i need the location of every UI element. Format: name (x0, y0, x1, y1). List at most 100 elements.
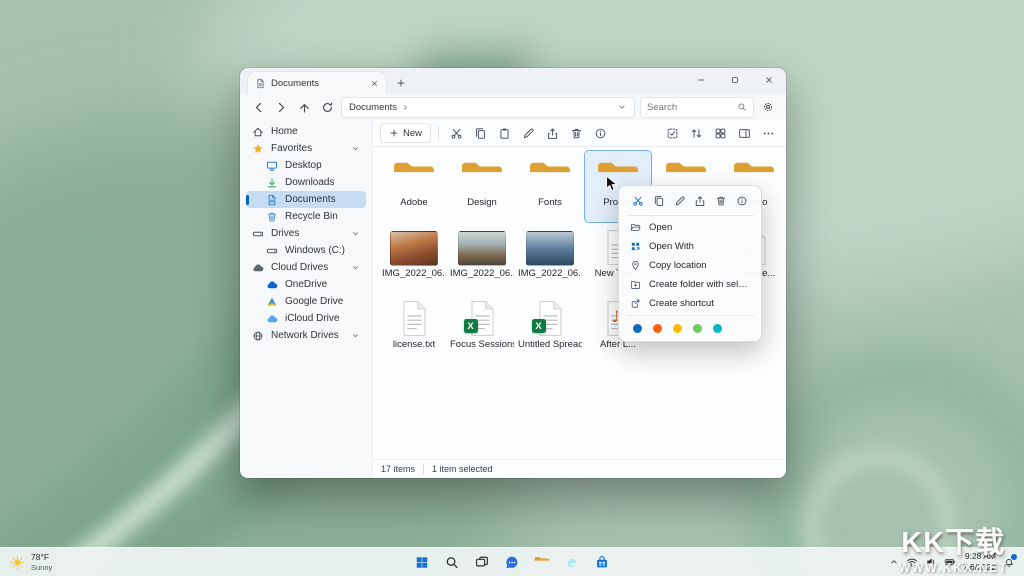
context-menu-quick-actions (623, 190, 757, 213)
minimize-button[interactable] (684, 68, 718, 92)
breadcrumb[interactable]: Documents (349, 102, 397, 113)
settings-button[interactable] (759, 98, 777, 116)
paste-button[interactable] (494, 123, 515, 144)
rename-button[interactable] (518, 123, 539, 144)
file-item-design[interactable]: Design (449, 151, 515, 222)
delete-button[interactable] (713, 193, 729, 209)
search-button[interactable] (440, 550, 465, 574)
properties-button[interactable] (590, 123, 611, 144)
tab-documents[interactable]: Documents (248, 72, 386, 94)
chat-button[interactable] (500, 550, 525, 574)
share-button[interactable] (692, 193, 708, 209)
context-menu-item-copy-location[interactable]: Copy location (623, 256, 757, 275)
new-button[interactable]: New (380, 123, 431, 143)
file-item-photo[interactable]: IMG_2022_06... (381, 222, 447, 293)
refresh-button[interactable] (318, 98, 336, 116)
file-item-fonts[interactable]: Fonts (517, 151, 583, 222)
sidebar-item-desktop[interactable]: Desktop (246, 157, 366, 174)
file-item-photo[interactable]: IMG_2022_06... (449, 222, 515, 293)
chevron-down-icon[interactable] (351, 229, 360, 238)
properties-button[interactable] (734, 193, 750, 209)
search-icon[interactable] (737, 102, 747, 112)
address-dropdown-icon[interactable] (617, 102, 627, 112)
hidden-icons-chevron-icon[interactable] (889, 557, 899, 567)
copy-button[interactable] (470, 123, 491, 144)
start-button[interactable] (410, 550, 435, 574)
titlebar[interactable]: Documents (240, 68, 786, 94)
context-menu-item-create-shortcut[interactable]: Create shortcut (623, 294, 757, 313)
search-icon (445, 555, 460, 570)
up-button[interactable] (295, 98, 313, 116)
file-item-license[interactable]: license.txt (381, 293, 447, 364)
task-view-button[interactable] (470, 550, 495, 574)
cut-button[interactable] (446, 123, 467, 144)
volume-icon[interactable] (925, 556, 937, 568)
context-menu-item-open-with[interactable]: Open With (623, 237, 757, 256)
context-menu-label: Create folder with selection (649, 279, 750, 290)
sidebar-item-google-drive[interactable]: Google Drive (246, 293, 366, 310)
share-button[interactable] (542, 123, 563, 144)
tag-color-green[interactable] (693, 324, 702, 333)
file-item-photo[interactable]: IMG_2022_06... (517, 222, 583, 293)
sidebar-section-drives[interactable]: Drives (246, 225, 366, 242)
wifi-icon[interactable] (906, 556, 918, 568)
file-name: license.txt (393, 339, 435, 350)
clock[interactable]: 9:28 AM 7/6/2022 (963, 551, 996, 572)
sort-button[interactable] (686, 123, 707, 144)
copy-button[interactable] (651, 193, 667, 209)
sidebar-item-icloud-drive[interactable]: iCloud Drive (246, 310, 366, 327)
file-name: IMG_2022_06... (382, 268, 446, 279)
see-more-button[interactable] (758, 123, 779, 144)
cut-button[interactable] (630, 193, 646, 209)
search-input[interactable]: Search (640, 97, 754, 118)
delete-button[interactable] (566, 123, 587, 144)
sidebar-section-cloud-drives[interactable]: Cloud Drives (246, 259, 366, 276)
file-item-focus-sessions[interactable]: Focus Sessions (449, 293, 515, 364)
layout-button[interactable] (710, 123, 731, 144)
chevron-down-icon[interactable] (351, 144, 360, 153)
context-menu-item-open[interactable]: Open (623, 218, 757, 237)
file-item-untitled-spreadsheet[interactable]: Untitled Spreads... (517, 293, 583, 364)
new-tab-button[interactable] (392, 74, 410, 92)
maximize-button[interactable] (718, 68, 752, 92)
rename-button[interactable] (672, 193, 688, 209)
tag-color-blue[interactable] (633, 324, 642, 333)
close-button[interactable] (752, 68, 786, 92)
sidebar-item-recycle-bin[interactable]: Recycle Bin (246, 208, 366, 225)
chevron-down-icon[interactable] (351, 263, 360, 272)
breadcrumb-chevron-icon[interactable] (401, 103, 410, 112)
tab-close-icon[interactable] (370, 79, 379, 88)
tag-color-orange[interactable] (653, 324, 662, 333)
tag-color-teal[interactable] (713, 324, 722, 333)
context-menu-label: Copy location (649, 260, 707, 271)
sidebar-item-documents[interactable]: Documents (246, 191, 366, 208)
notification-center-button[interactable] (1003, 556, 1015, 568)
file-item-adobe[interactable]: Adobe (381, 151, 447, 222)
sidebar-item-onedrive[interactable]: OneDrive (246, 276, 366, 293)
context-menu-item-create-folder-with-selection[interactable]: Create folder with selection (623, 275, 757, 294)
forward-button[interactable] (272, 98, 290, 116)
tag-color-yellow[interactable] (673, 324, 682, 333)
sidebar-item-label: Network Drives (271, 330, 339, 341)
address-bar[interactable]: Documents (341, 97, 635, 118)
back-button[interactable] (249, 98, 267, 116)
chevron-down-icon[interactable] (351, 331, 360, 340)
store-button[interactable] (590, 550, 615, 574)
sidebar-item-label: Documents (285, 194, 336, 205)
weather-widget[interactable]: 78°F Sunny (0, 548, 62, 576)
edge-button[interactable] (560, 550, 585, 574)
sidebar-section-favorites[interactable]: Favorites (246, 140, 366, 157)
sidebar-item-label: OneDrive (285, 279, 327, 290)
sidebar-item-windows-c[interactable]: Windows (C:) (246, 242, 366, 259)
select-button[interactable] (662, 123, 683, 144)
battery-icon[interactable] (944, 556, 956, 568)
sidebar-item-home[interactable]: Home (246, 123, 366, 140)
weather-temperature: 78°F (31, 552, 52, 562)
sidebar-item-downloads[interactable]: Downloads (246, 174, 366, 191)
details-pane-button[interactable] (734, 123, 755, 144)
sidebar-section-network-drives[interactable]: Network Drives (246, 327, 366, 344)
paste-icon (498, 127, 511, 140)
file-explorer-button[interactable] (530, 550, 555, 574)
folder-icon (391, 157, 437, 195)
shortcut-icon (630, 298, 641, 309)
